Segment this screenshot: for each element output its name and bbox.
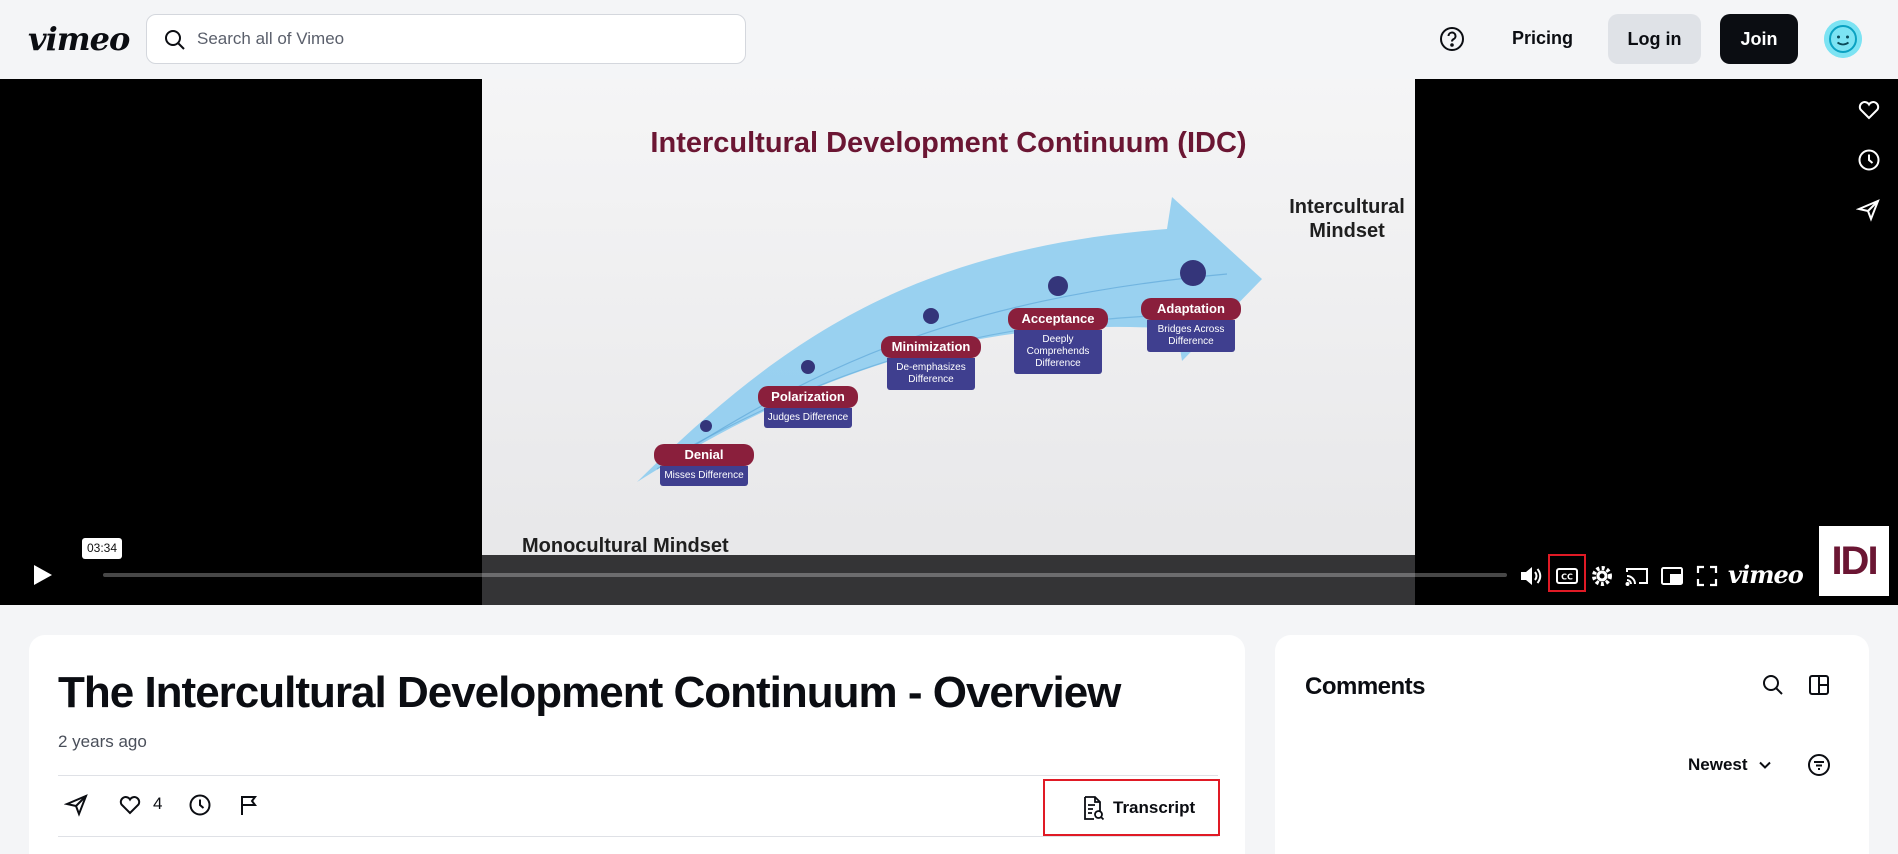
join-button[interactable]: Join bbox=[1720, 14, 1798, 64]
stage-desc: Judges Difference bbox=[764, 408, 852, 428]
transcript-document-icon bbox=[1084, 796, 1105, 821]
pricing-link[interactable]: Pricing bbox=[1512, 28, 1573, 49]
stage-label: Acceptance bbox=[1008, 308, 1108, 330]
like-count: 4 bbox=[153, 794, 163, 813]
video-title: The Intercultural Development Continuum … bbox=[58, 668, 1121, 717]
intercultural-mindset-label: Intercultural Mindset bbox=[1289, 196, 1405, 242]
stage-denial: Denial Misses Difference bbox=[654, 444, 754, 486]
stage-dot bbox=[801, 360, 815, 374]
report-flag-icon[interactable] bbox=[237, 792, 263, 818]
stage-desc: De-emphasizes Difference bbox=[887, 358, 975, 390]
video-info-card: The Intercultural Development Continuum … bbox=[29, 635, 1245, 854]
share-icon[interactable] bbox=[1856, 197, 1882, 223]
stage-acceptance: Acceptance Deeply Comprehends Difference bbox=[1008, 308, 1108, 374]
top-nav: vimeo Search all of Vimeo Pricing Log in… bbox=[0, 0, 1898, 79]
stage-desc: Deeply Comprehends Difference bbox=[1014, 330, 1102, 374]
play-icon[interactable] bbox=[32, 563, 54, 587]
control-bar-shade bbox=[482, 555, 1415, 605]
stage-label: Minimization bbox=[881, 336, 981, 358]
stage-dot bbox=[923, 308, 939, 324]
watch-later-clock-icon[interactable] bbox=[187, 792, 213, 818]
transcript-label: Transcript bbox=[1113, 797, 1196, 817]
vimeo-player-logo[interactable]: vimeo bbox=[1728, 560, 1804, 589]
stage-desc: Misses Difference bbox=[660, 466, 748, 486]
avatar-icon[interactable] bbox=[1824, 20, 1862, 58]
stage-dot bbox=[1180, 260, 1206, 286]
stage-desc: Bridges Across Difference bbox=[1147, 320, 1235, 352]
video-frame: Intercultural Development Continuum (IDC… bbox=[482, 79, 1415, 605]
picture-in-picture-icon[interactable] bbox=[1659, 563, 1685, 589]
video-player[interactable]: Intercultural Development Continuum (IDC… bbox=[0, 79, 1898, 605]
transcript-button[interactable]: Transcript bbox=[1043, 779, 1220, 836]
clock-icon[interactable] bbox=[1856, 147, 1882, 173]
channel-logo[interactable]: IDI bbox=[1819, 526, 1889, 596]
heart-icon[interactable] bbox=[1856, 97, 1882, 123]
progress-bar[interactable] bbox=[103, 573, 1507, 577]
like-heart-icon[interactable] bbox=[117, 792, 143, 818]
divider bbox=[58, 775, 1218, 776]
login-button[interactable]: Log in bbox=[1608, 14, 1701, 64]
stage-dot bbox=[700, 420, 712, 432]
stage-polarization: Polarization Judges Difference bbox=[758, 386, 858, 428]
stage-dot bbox=[1048, 276, 1068, 296]
help-icon[interactable] bbox=[1438, 25, 1466, 53]
comments-card: Comments Newest bbox=[1275, 635, 1869, 854]
stage-label: Adaptation bbox=[1141, 298, 1241, 320]
comments-title: Comments bbox=[1305, 673, 1426, 700]
filter-icon[interactable] bbox=[1807, 753, 1831, 777]
fullscreen-icon[interactable] bbox=[1694, 563, 1720, 589]
search-placeholder: Search all of Vimeo bbox=[197, 29, 345, 48]
stage-label: Denial bbox=[654, 444, 754, 466]
cast-icon[interactable] bbox=[1624, 563, 1650, 589]
stage-label: Polarization bbox=[758, 386, 858, 408]
stage-adaptation: Adaptation Bridges Across Difference bbox=[1141, 298, 1241, 352]
settings-gear-icon[interactable] bbox=[1589, 563, 1615, 589]
panel-toggle-icon[interactable] bbox=[1807, 673, 1831, 697]
cc-highlight-box bbox=[1548, 554, 1586, 592]
stage-minimization: Minimization De-emphasizes Difference bbox=[881, 336, 981, 390]
sort-dropdown[interactable]: Newest bbox=[1688, 755, 1772, 775]
search-input[interactable]: Search all of Vimeo bbox=[146, 14, 746, 64]
search-icon bbox=[165, 30, 185, 50]
volume-icon[interactable] bbox=[1518, 563, 1544, 589]
sort-label: Newest bbox=[1688, 755, 1748, 774]
vimeo-logo[interactable]: vimeo bbox=[28, 20, 130, 58]
upload-age: 2 years ago bbox=[58, 732, 147, 751]
share-icon[interactable] bbox=[64, 792, 90, 818]
divider bbox=[58, 836, 1218, 837]
chevron-down-icon bbox=[1758, 761, 1771, 769]
time-tooltip: 03:34 bbox=[82, 538, 122, 559]
search-icon[interactable] bbox=[1761, 673, 1785, 697]
